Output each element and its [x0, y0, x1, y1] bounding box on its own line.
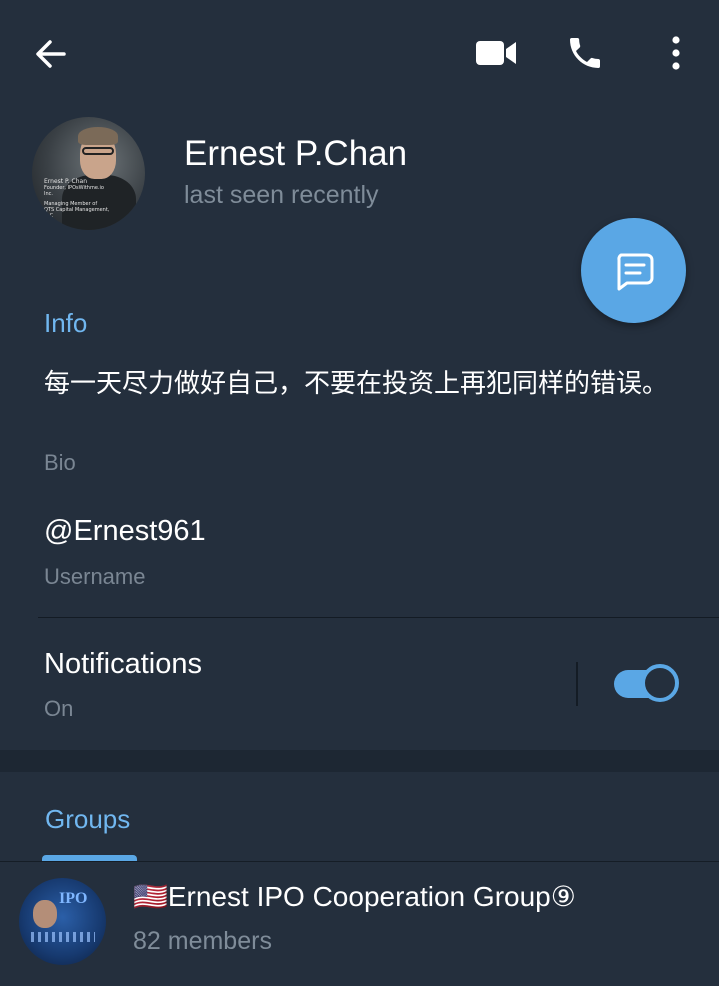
group-members: 82 members: [133, 927, 272, 955]
avatar-caption: Ernest P. Chan Founder, IPOsWithme.io In…: [44, 179, 114, 220]
username-value[interactable]: @Ernest961: [44, 515, 206, 548]
tab-groups[interactable]: Groups: [45, 804, 130, 835]
send-message-button[interactable]: [581, 218, 686, 323]
avatar-caption-line: Founder, IPOsWithme.io Inc.: [44, 185, 104, 197]
group-avatar-text: IPO: [59, 890, 88, 907]
toggle-divider: [576, 662, 578, 706]
group-name: 🇺🇸Ernest IPO Cooperation Group⑨: [133, 881, 576, 912]
phone-icon[interactable]: [565, 33, 605, 73]
arrow-left-icon[interactable]: [30, 34, 70, 74]
username-label: Username: [44, 564, 146, 589]
tabs-divider: [0, 861, 719, 862]
divider: [38, 617, 719, 618]
profile-name: Ernest P.Chan: [184, 134, 408, 173]
avatar-caption-line: QTS Capital Management, LLC: [44, 207, 110, 219]
info-section-title: Info: [44, 308, 88, 338]
notifications-toggle-knob[interactable]: [641, 664, 679, 702]
profile-status: last seen recently: [184, 181, 379, 209]
group-avatar-chart: [31, 932, 95, 942]
profile-avatar[interactable]: Ernest P. Chan Founder, IPOsWithme.io In…: [32, 117, 145, 230]
group-avatar-person: [33, 900, 57, 928]
bio-text[interactable]: 每一天尽力做好自己，不要在投资上再犯同样的错误。: [44, 366, 684, 402]
avatar-glasses: [82, 147, 114, 155]
more-vertical-icon[interactable]: [666, 34, 686, 72]
notifications-label[interactable]: Notifications: [44, 648, 202, 681]
avatar-hair: [78, 127, 118, 145]
bio-label: Bio: [44, 450, 76, 475]
notifications-status: On: [44, 696, 74, 721]
video-camera-icon[interactable]: [474, 36, 518, 70]
message-icon: [617, 253, 654, 291]
group-avatar: IPO: [19, 878, 106, 965]
